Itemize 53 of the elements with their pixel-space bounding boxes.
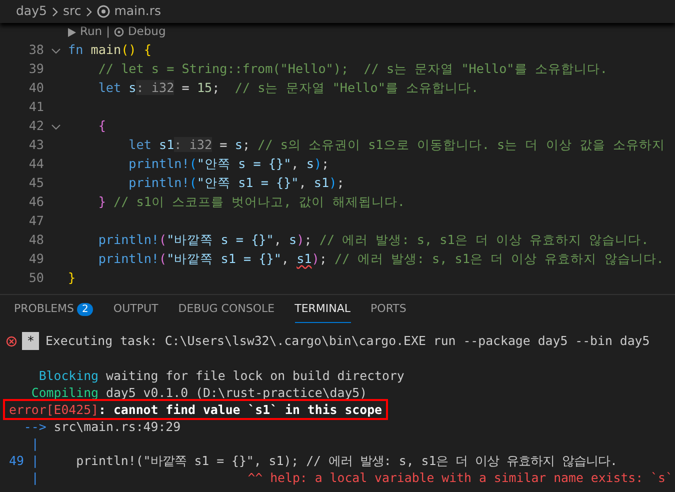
line-number: 38 xyxy=(28,41,44,60)
line-number: 48 xyxy=(28,231,44,250)
codelens-link[interactable]: Run xyxy=(80,23,102,41)
error-circle-icon xyxy=(6,336,17,346)
line-number: 45 xyxy=(28,174,44,192)
terminal-line: 49 | println!("바깥쪽 s1 = {}", s1); // 에러 발생: s, s1은 더 이상 유효하지 않습니다. xyxy=(9,452,618,468)
code-line: println!("안쪽 s = {}", s); xyxy=(128,155,330,174)
terminal-line: | xyxy=(30,436,39,450)
line-number: 39 xyxy=(28,60,44,78)
code-line: println!("바깥쪽 s = {}", s); // 에러 발생: s, s1은 더 이상 유효하지 않습니다. xyxy=(97,231,649,250)
panel-tab[interactable]: OUTPUT xyxy=(113,295,158,322)
terminal-line: Compiling day5 v0.1.0 (D:\rust-practice\day5) xyxy=(30,384,368,400)
code-line: } // s1이 스코프를 벗어나고, 값이 해제됩니다. xyxy=(97,193,405,212)
terminal-line: --> src\main.rs:49:29 xyxy=(22,418,181,434)
fold-chevron-icon[interactable] xyxy=(51,48,61,54)
codelens-separator: | xyxy=(106,23,110,40)
code-line: println!("바깥쪽 s1 = {}", s1); // 에러 발생: s, s1은 더 이상 유효하지 않습니다. xyxy=(97,250,664,268)
count-badge: 2 xyxy=(77,303,94,316)
play-icon xyxy=(68,28,76,36)
code-line: println!("안쪽 s1 = {}", s1); xyxy=(128,174,344,192)
gear-icon xyxy=(114,27,124,37)
line-number: 42 xyxy=(28,117,44,136)
breadcrumb-item[interactable]: day5 xyxy=(16,2,47,21)
breadcrumb-item[interactable]: src xyxy=(62,2,82,21)
line-number: 50 xyxy=(28,269,44,288)
terminal-line: Blocking waiting for file lock on build directory xyxy=(38,368,404,382)
terminal-line: Executing task: C:\Users\lsw32\.cargo\bin\cargo.EXE run --package day5 --bin day5 xyxy=(45,332,650,350)
fold-chevron-icon[interactable] xyxy=(51,124,61,130)
code-line: let s: i32 = 15; // s는 문자열 "Hello"를 소유합니다. xyxy=(97,79,479,98)
panel-tab[interactable]: DEBUG CONSOLE xyxy=(178,295,275,322)
code-line: // let s = String::from("Hello"); // s는 문자열 "Hello"를 소유합니다. xyxy=(97,60,608,78)
chevron-right-icon xyxy=(50,6,59,16)
line-number: 43 xyxy=(28,136,44,154)
line-number: 49 xyxy=(28,250,44,268)
line-number: 41 xyxy=(28,98,44,116)
chevron-right-icon xyxy=(85,6,94,16)
line-number: 44 xyxy=(28,155,44,174)
task-marker: * xyxy=(22,332,40,350)
panel-tab[interactable]: PORTS xyxy=(370,295,406,322)
code-line: { xyxy=(97,117,106,136)
gear-file-icon xyxy=(97,5,110,18)
line-number: 46 xyxy=(28,193,44,212)
codelens-link[interactable]: Debug xyxy=(128,23,166,41)
breadcrumb-item[interactable]: main.rs xyxy=(114,2,162,21)
terminal-line: error[E0425]: cannot find value `s1` in this scope xyxy=(5,400,386,418)
code-line: } xyxy=(68,269,76,288)
terminal-line: | ^^ help: a local variable with a similar name exists: `s` xyxy=(30,470,673,484)
code-line: fn main() { xyxy=(68,41,152,60)
panel-tab[interactable]: TERMINAL xyxy=(294,295,351,322)
line-number: 47 xyxy=(28,212,44,230)
code-line: let s1: i32 = s; // s의 소유권이 s1으로 이동합니다. s는 더 이상 값을 소유하지 xyxy=(128,136,665,154)
panel-tab[interactable]: PROBLEMS 2 xyxy=(14,295,94,322)
line-number: 40 xyxy=(28,79,44,98)
